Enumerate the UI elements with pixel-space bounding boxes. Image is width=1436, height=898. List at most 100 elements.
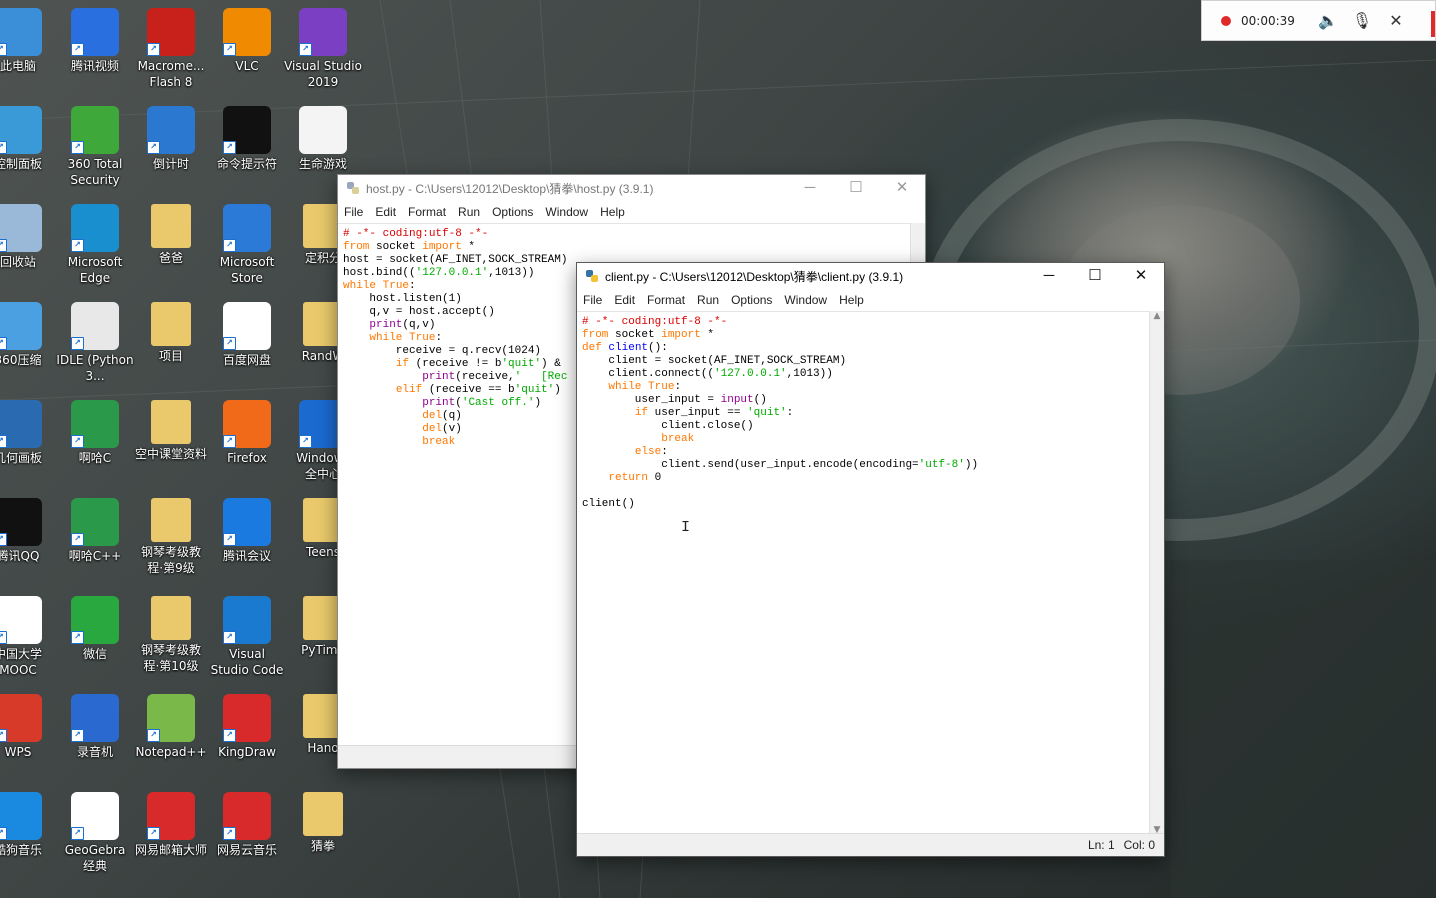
menu-file[interactable]: File — [338, 205, 369, 219]
wechat-icon: ↗ — [71, 596, 119, 644]
desktop-icon[interactable]: ↗ 腾讯视频 — [55, 8, 135, 74]
desktop-icon[interactable]: ↗ WPS — [0, 694, 58, 760]
desktop-icon-label: Microsoft Store — [219, 255, 275, 285]
desktop-icon[interactable]: ↗ 控制面板 — [0, 106, 58, 172]
desktop-icon[interactable]: ↗ Firefox — [207, 400, 287, 466]
desktop-icon[interactable]: ↗ 酷狗音乐 — [0, 792, 58, 858]
desktop-icon[interactable]: ↗ 啊哈C++ — [55, 498, 135, 564]
desktop-icon[interactable]: ↗ 百度网盘 — [207, 302, 287, 368]
desktop-icon[interactable]: ↗ 回收站 — [0, 204, 58, 270]
desktop-icon[interactable]: 空中课堂资料 — [131, 400, 211, 462]
desktop-icon[interactable]: ↗ Visual Studio 2019 — [283, 8, 363, 90]
maximize-button[interactable]: ☐ — [1072, 263, 1118, 289]
desktop-icon[interactable]: ↗ Notepad++ — [131, 694, 211, 760]
menu-edit[interactable]: Edit — [369, 205, 402, 219]
menu-window[interactable]: Window — [539, 205, 594, 219]
client-idle-window[interactable]: client.py - C:\Users\12012\Desktop\猜拳\cl… — [576, 262, 1165, 857]
desktop-icon[interactable]: ↗ 360压缩 — [0, 302, 58, 368]
folder-icon — [151, 596, 191, 640]
menu-run[interactable]: Run — [691, 293, 725, 307]
desktop-icon[interactable]: ↗ KingDraw — [207, 694, 287, 760]
menu-format[interactable]: Format — [402, 205, 452, 219]
netease-music-icon: ↗ — [223, 792, 271, 840]
desktop-icon-label: Firefox — [227, 451, 267, 465]
shortcut-arrow-icon: ↗ — [223, 631, 236, 644]
close-button[interactable]: ✕ — [879, 175, 925, 201]
desktop-icon[interactable]: ↗ 腾讯会议 — [207, 498, 287, 564]
shortcut-arrow-icon: ↗ — [0, 435, 7, 448]
close-button[interactable]: ✕ — [1118, 263, 1164, 289]
desktop-icon-label: VLC — [235, 59, 259, 73]
desktop-icon-label: Visual Studio 2019 — [284, 59, 362, 89]
line-indicator: Ln: 1 — [1087, 838, 1115, 852]
desktop-icon[interactable]: ↗ 中国大学 MOOC — [0, 596, 58, 678]
folder-icon — [151, 302, 191, 346]
menu-run[interactable]: Run — [452, 205, 486, 219]
desktop-icon[interactable]: ↗ 几何画板 — [0, 400, 58, 466]
shortcut-arrow-icon: ↗ — [299, 435, 312, 448]
client-titlebar[interactable]: client.py - C:\Users\12012\Desktop\猜拳\cl… — [577, 263, 1164, 289]
speaker-icon[interactable]: 🔈 — [1311, 11, 1345, 30]
client-code-editor[interactable]: # -*- coding:utf-8 -*- from socket impor… — [577, 312, 1164, 515]
desktop-icon[interactable]: ↗ Microsoft Edge — [55, 204, 135, 286]
desktop-icon[interactable]: ↗ 录音机 — [55, 694, 135, 760]
microphone-icon[interactable]: 🎙 — [1345, 11, 1379, 30]
desktop-icon[interactable]: ↗ 微信 — [55, 596, 135, 662]
maximize-button[interactable]: ☐ — [833, 175, 879, 201]
desktop-icon-label: GeoGebra 经典 — [64, 843, 126, 873]
desktop-icon[interactable]: 生命游戏 — [283, 106, 363, 172]
desktop-icon-label: WPS — [4, 745, 32, 759]
desktop-icon[interactable]: 猜拳 — [283, 792, 363, 854]
minimize-button[interactable]: ─ — [1026, 263, 1072, 289]
desktop-icon[interactable]: ↗ 腾讯QQ — [0, 498, 58, 564]
desktop-icon-label: KingDraw — [218, 745, 276, 759]
desktop-icon[interactable]: ↗ 此电脑 — [0, 8, 58, 74]
store-icon: ↗ — [223, 204, 271, 252]
folder-icon — [303, 792, 343, 836]
desktop-icon[interactable]: ↗ 命令提示符 — [207, 106, 287, 172]
desktop-icon[interactable]: ↗ Visual Studio Code — [207, 596, 287, 678]
desktop-icon[interactable]: ↗ 网易邮箱大师 — [131, 792, 211, 858]
desktop-icon-label: 倒计时 — [152, 157, 189, 171]
client-window-title: client.py - C:\Users\12012\Desktop\猜拳\cl… — [605, 269, 904, 284]
flash-icon: ↗ — [147, 8, 195, 56]
desktop-icon-label: 微信 — [82, 647, 107, 661]
shortcut-arrow-icon: ↗ — [0, 141, 7, 154]
menu-help[interactable]: Help — [833, 293, 870, 307]
cmd-icon: ↗ — [223, 106, 271, 154]
menu-file[interactable]: File — [577, 293, 608, 307]
menu-edit[interactable]: Edit — [608, 293, 641, 307]
desktop-icon-label: 此电脑 — [0, 59, 36, 73]
menu-options[interactable]: Options — [725, 293, 778, 307]
host-titlebar[interactable]: host.py - C:\Users\12012\Desktop\猜拳\host… — [338, 175, 925, 201]
desktop-icon[interactable]: ↗ Microsoft Store — [207, 204, 287, 286]
vscode-icon: ↗ — [223, 596, 271, 644]
menu-help[interactable]: Help — [594, 205, 631, 219]
close-icon[interactable]: ✕ — [1379, 11, 1413, 30]
scroll-up-icon[interactable]: ▲ — [1150, 311, 1164, 321]
desktop-icon[interactable]: 爸爸 — [131, 204, 211, 266]
desktop-icon[interactable]: ↗ 360 Total Security — [55, 106, 135, 188]
desktop-icon[interactable]: ↗ Macrome... Flash 8 — [131, 8, 211, 90]
desktop-icon[interactable]: 项目 — [131, 302, 211, 364]
python-icon — [347, 182, 359, 194]
client-scrollbar[interactable]: ▲ ▼ — [1149, 311, 1164, 835]
menu-options[interactable]: Options — [486, 205, 539, 219]
desktop-icon[interactable]: ↗ VLC — [207, 8, 287, 74]
desktop-icon[interactable]: ↗ 倒计时 — [131, 106, 211, 172]
column-indicator: Col: 0 — [1123, 838, 1155, 852]
aha-c-icon: ↗ — [71, 400, 119, 448]
folder-icon — [151, 400, 191, 444]
desktop-icon[interactable]: 钢琴考级教 程·第10级 — [131, 596, 211, 674]
menu-format[interactable]: Format — [641, 293, 691, 307]
minimize-button[interactable]: ─ — [787, 175, 833, 201]
shortcut-arrow-icon: ↗ — [223, 827, 236, 840]
desktop-icon[interactable]: ↗ GeoGebra 经典 — [55, 792, 135, 874]
desktop-icon[interactable]: 钢琴考级教 程·第9级 — [131, 498, 211, 576]
countdown-icon: ↗ — [147, 106, 195, 154]
desktop-icon[interactable]: ↗ IDLE (Python 3... — [55, 302, 135, 384]
desktop-icon[interactable]: ↗ 啊哈C — [55, 400, 135, 466]
desktop-icon[interactable]: ↗ 网易云音乐 — [207, 792, 287, 858]
desktop-icon-label: 腾讯QQ — [0, 549, 40, 563]
menu-window[interactable]: Window — [778, 293, 833, 307]
